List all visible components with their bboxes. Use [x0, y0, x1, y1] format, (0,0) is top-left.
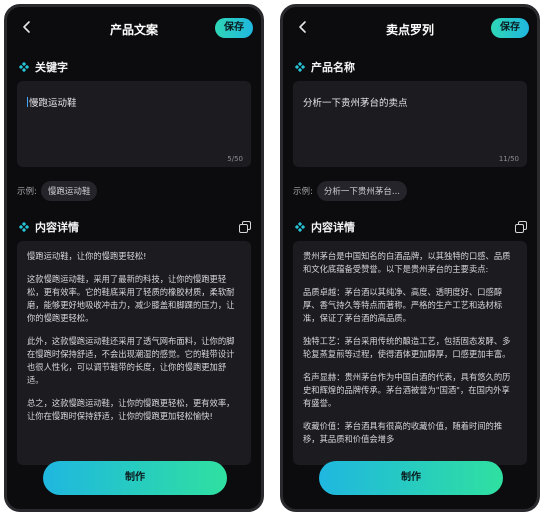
input-value: 慢跑运动鞋 [29, 98, 77, 109]
copy-icon[interactable] [239, 221, 251, 233]
product-name-section-header: 产品名称 [295, 59, 355, 75]
keyword-input[interactable]: 慢跑运动鞋 5/50 [17, 81, 251, 167]
save-button[interactable]: 保存 [491, 18, 529, 38]
content-details: 慢跑运动鞋，让你的慢跑更轻松! 这款慢跑运动鞋，采用了最新的科技，让你的慢跑更轻… [17, 241, 251, 465]
content-details: 贵州茅台是中国知名的白酒品牌，以其独特的口感、品质和文化底蕴备受赞誉。以下是贵州… [293, 241, 527, 465]
content-paragraph: 此外，这款慢跑运动鞋还采用了透气网布面料，让你的脚在慢跑时保持舒适，不会出现潮湿… [27, 336, 235, 385]
content-paragraph: 贵州茅台是中国知名的白酒品牌，以其独特的口感、品质和文化底蕴备受赞誉。以下是贵州… [303, 251, 511, 274]
content-paragraph: 名声显赫：贵州茅台作为中国白酒的代表，具有悠久的历史和辉煌的品牌传承。茅台酒被誉… [303, 372, 511, 408]
content-paragraph: 总之，这款慢跑运动鞋，让你的慢跑更轻松，更有效率，让你在慢跑时保持舒适，让你的慢… [27, 398, 235, 421]
top-bar: 产品文案 保存 [7, 7, 261, 49]
input-value: 分析一下贵州茅台的卖点 [303, 98, 408, 109]
content-section-header: 内容详情 [19, 219, 79, 235]
example-chip[interactable]: 分析一下贵州茅台... [316, 181, 407, 201]
diamond-icon [295, 222, 305, 232]
chevron-left-icon[interactable] [19, 19, 35, 35]
content-paragraph: 收藏价值：茅台酒具有很高的收藏价值，随着时间的推移，其品质和价值会增多 [303, 421, 503, 444]
text-caret [27, 97, 28, 107]
char-counter: 5/50 [227, 155, 243, 163]
example-label: 示例: [17, 187, 37, 197]
section-label: 产品名称 [311, 61, 355, 74]
example-chip[interactable]: 慢跑运动鞋 [40, 181, 98, 201]
right-phone-screen: 卖点罗列 保存 产品名称 分析一下贵州茅台的卖点 11/50 示例: 分析一下贵… [280, 4, 540, 512]
example-row: 示例: 慢跑运动鞋 [17, 181, 98, 201]
keyword-section-header: 关键字 [19, 59, 68, 75]
section-label: 关键字 [35, 61, 68, 74]
copy-icon[interactable] [515, 221, 527, 233]
char-counter: 11/50 [498, 155, 519, 163]
diamond-icon [19, 62, 29, 72]
content-paragraph: 慢跑运动鞋，让你的慢跑更轻松! [27, 251, 147, 261]
content-paragraph: 品质卓越：茅台酒以其纯净、高度、透明度好、口感醇厚、香气持久等特点而著称。严格的… [303, 287, 503, 323]
content-paragraph: 独特工艺：茅台采用传统的酿造工艺，包括固态发酵、多轮复蒸复煎等过程，使得酒体更加… [303, 336, 511, 359]
chevron-left-icon[interactable] [295, 19, 311, 35]
example-label: 示例: [293, 187, 313, 197]
diamond-icon [19, 222, 29, 232]
top-bar: 卖点罗列 保存 [283, 7, 537, 49]
left-phone-screen: 产品文案 保存 关键字 慢跑运动鞋 5/50 示例: 慢跑运动鞋 内容详情 慢跑… [4, 4, 264, 512]
save-button[interactable]: 保存 [215, 18, 253, 38]
make-button[interactable]: 制作 [319, 461, 503, 495]
product-name-input[interactable]: 分析一下贵州茅台的卖点 11/50 [293, 81, 527, 167]
diamond-icon [295, 62, 305, 72]
make-button[interactable]: 制作 [43, 461, 227, 495]
section-label: 内容详情 [35, 221, 79, 234]
content-section-header: 内容详情 [295, 219, 355, 235]
example-row: 示例: 分析一下贵州茅台... [293, 181, 407, 201]
content-paragraph: 这款慢跑运动鞋，采用了最新的科技，让你的慢跑更轻松，更有效率。它的鞋底采用了轻质… [27, 274, 235, 323]
section-label: 内容详情 [311, 221, 355, 234]
